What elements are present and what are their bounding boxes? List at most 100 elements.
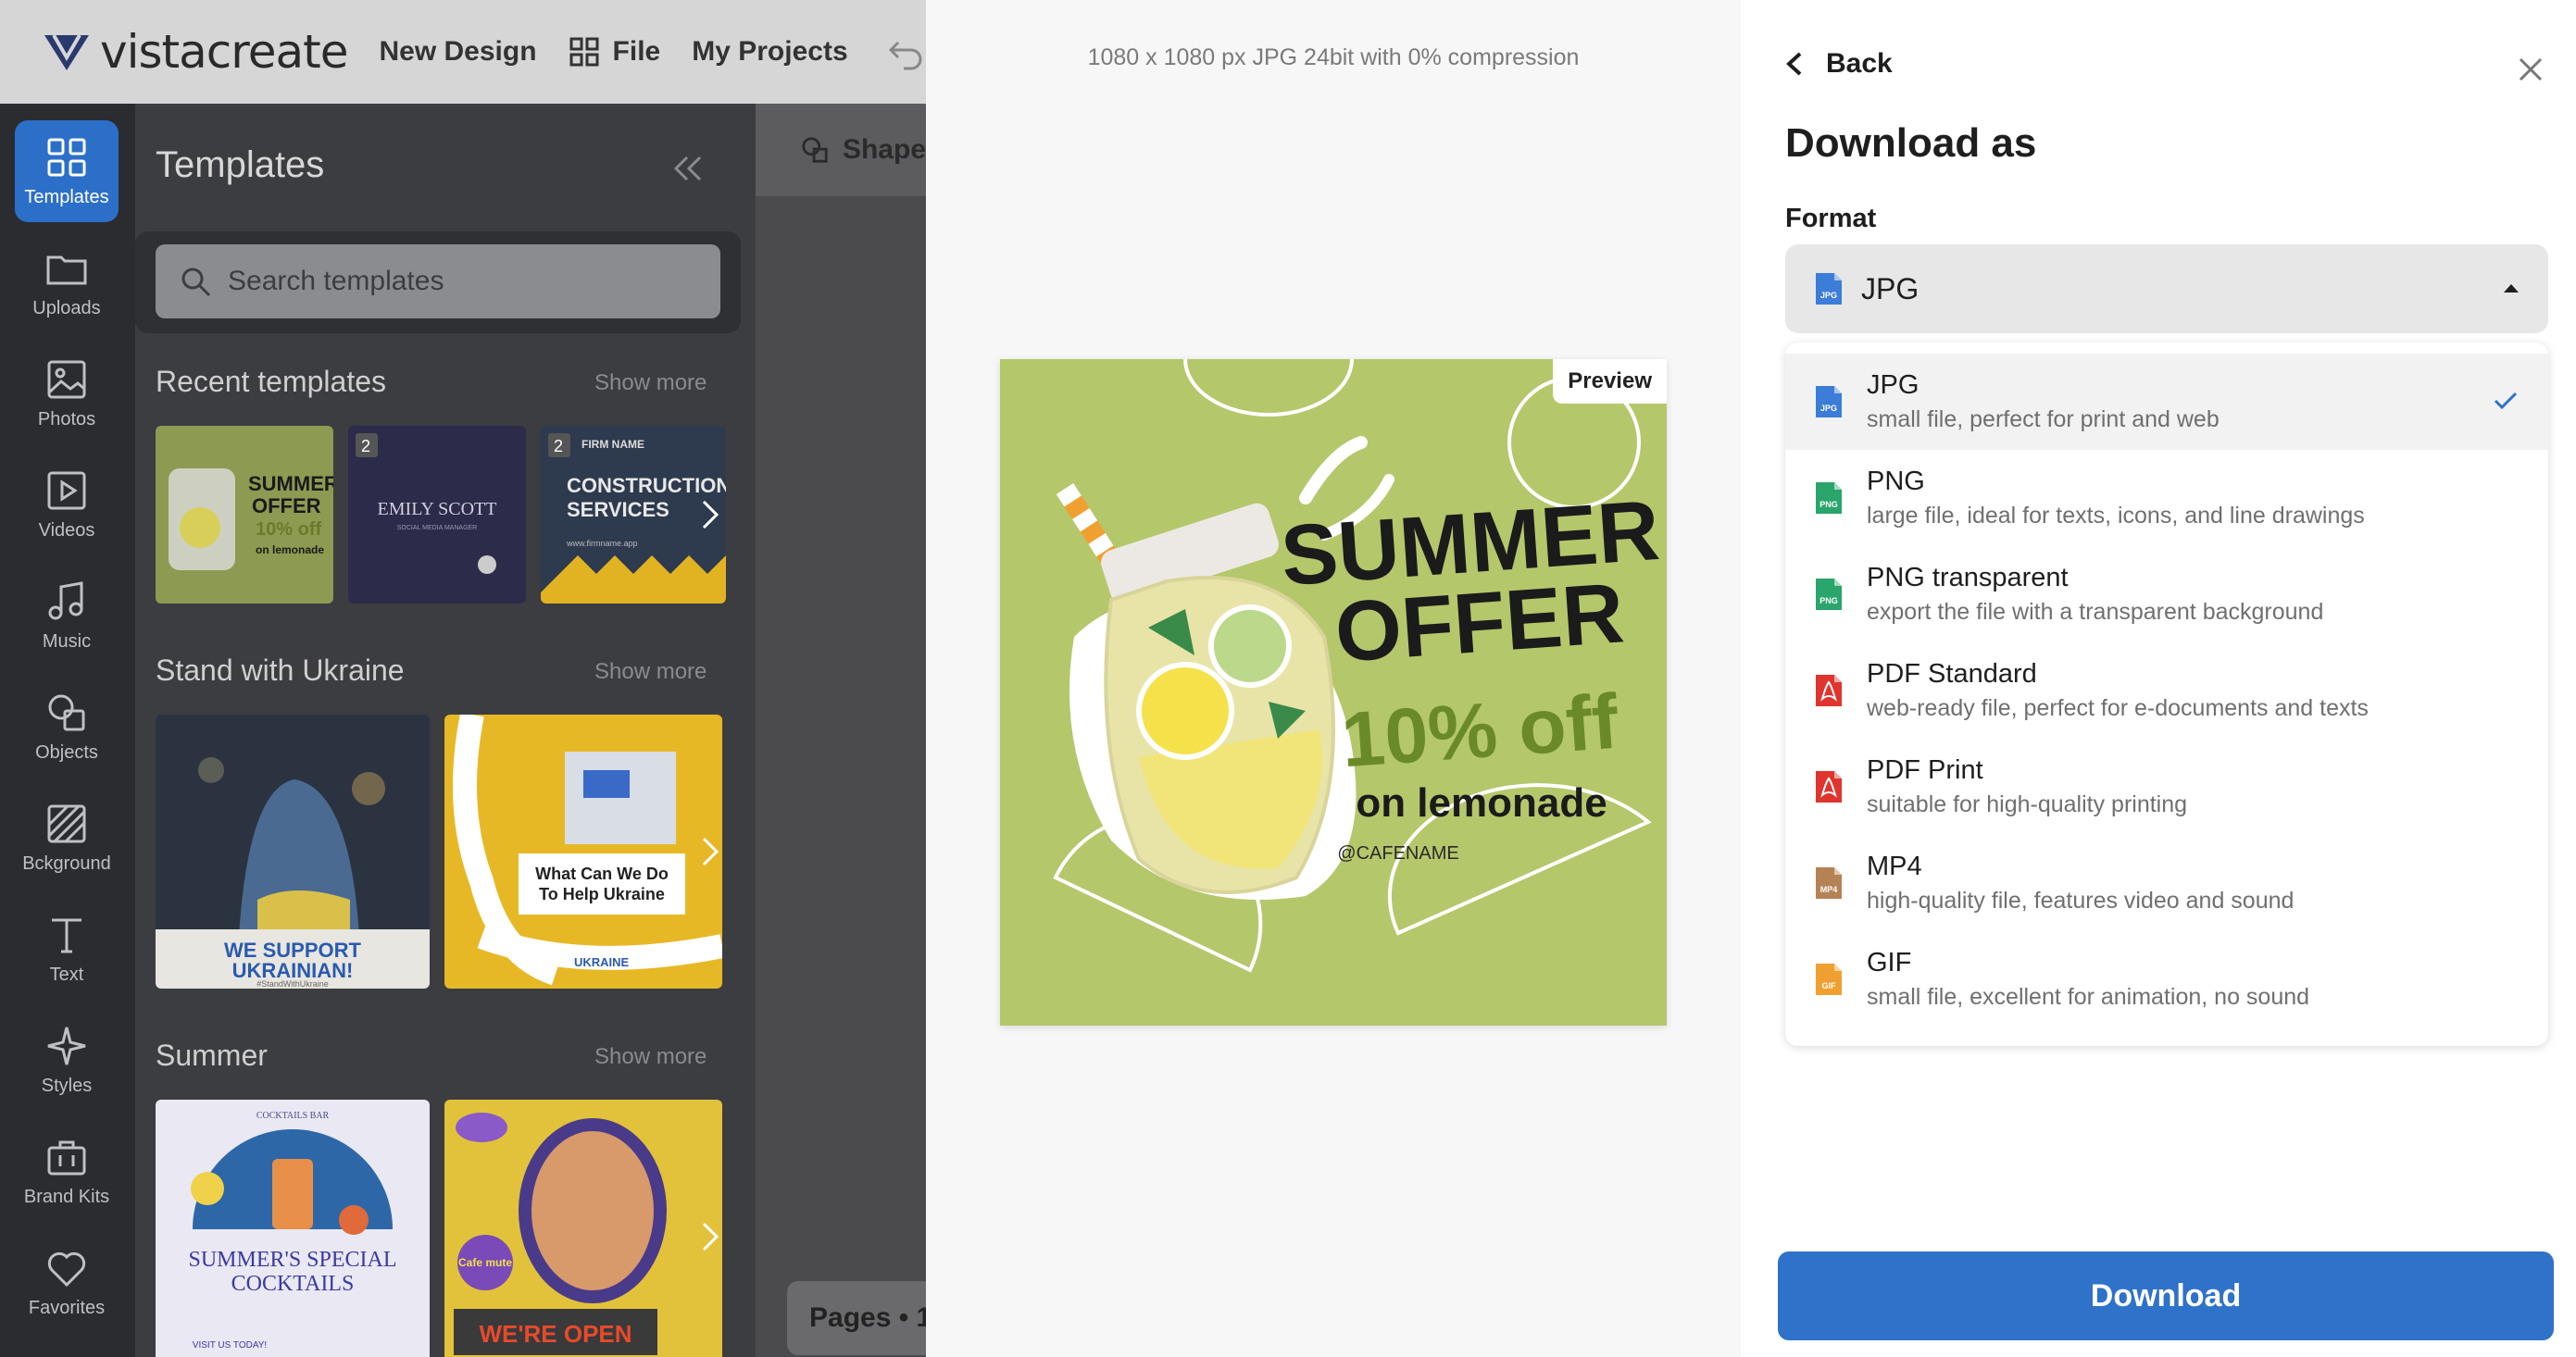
text-icon: [52, 918, 81, 952]
template-thumb-were-open[interactable]: Cafe mute WE'RE OPEN: [444, 1100, 722, 1357]
rail-item-uploads[interactable]: Uploads: [15, 231, 119, 333]
recent-thumb-line2: OFFER: [252, 494, 321, 517]
format-option-desc: large file, ideal for texts, icons, and …: [1867, 503, 2365, 529]
we-support-thumb-art: WE SUPPORT UKRAINIAN! #StandWithUkraine: [156, 757, 430, 989]
help-ukraine-thumb-art: What Can We Do To Help Ukraine UKRAINE: [453, 715, 722, 986]
shape-icon: [802, 137, 828, 163]
app-root: vistacreate New Design File My Projects …: [0, 0, 2576, 1357]
template-thumb-emily-scott[interactable]: 2 EMILY SCOTT SOCIAL MEDIA MANAGER: [348, 426, 526, 604]
svg-text:JPG: JPG: [1820, 291, 1837, 300]
jpg-file-icon: JPG: [1816, 386, 1842, 417]
background-icon: [47, 804, 86, 842]
format-label: Format: [1785, 204, 1877, 233]
rail-item-favorites[interactable]: Favorites: [15, 1231, 119, 1333]
format-option-text: PDF Standard web-ready file, perfect for…: [1867, 659, 2369, 722]
canvas-workspace: [756, 104, 926, 1357]
format-option-mp4[interactable]: MP4 MP4 high-quality file, features vide…: [1785, 835, 2548, 931]
objects-icon: [48, 694, 85, 730]
rail-label-uploads: Uploads: [32, 297, 101, 318]
shape-label: Shape: [842, 134, 926, 165]
my-projects-button[interactable]: My Projects: [692, 36, 847, 68]
svg-text:MP4: MP4: [1820, 885, 1838, 894]
ukraine-tag: #StandWithUkraine: [256, 979, 329, 989]
cocktails-cta: VISIT US TODAY!: [193, 1340, 267, 1351]
rail-item-background[interactable]: Bckground: [15, 787, 119, 889]
back-button[interactable]: Back: [1783, 48, 1893, 80]
rail-item-brand-kits[interactable]: Brand Kits: [15, 1120, 119, 1222]
section-title-recent: Recent templates: [156, 365, 387, 398]
rail-item-text[interactable]: Text: [15, 898, 119, 1000]
format-option-desc: web-ready file, perfect for e-documents …: [1867, 695, 2369, 721]
format-option-desc: export the file with a transparent backg…: [1867, 599, 2324, 625]
rail-item-music[interactable]: Music: [15, 565, 119, 666]
template-thumb-cocktails[interactable]: COCKTAILS BAR SUMMER'S SPECIAL COCKTAILS…: [156, 1100, 430, 1357]
design-line4: on lemonade: [1356, 780, 1607, 826]
format-option-png[interactable]: PNG PNG large file, ideal for texts, ico…: [1785, 450, 2548, 546]
close-icon[interactable]: [2515, 54, 2546, 85]
format-option-pdf-print[interactable]: PDF Print suitable for high-quality prin…: [1785, 739, 2548, 835]
logo-text: vistacreate: [100, 25, 348, 79]
shape-toolbar[interactable]: Shape: [756, 104, 926, 196]
pdf-file-icon: [1816, 675, 1842, 706]
caret-up-icon: [2504, 284, 2519, 293]
construction-title: CONSTRUCTION: [567, 474, 726, 497]
undo-icon[interactable]: [887, 33, 924, 70]
search-input[interactable]: Search templates: [156, 244, 720, 318]
construction-url: www.firmname.app: [566, 539, 638, 548]
chevron-left-icon: [1786, 52, 1802, 76]
download-button[interactable]: Download: [1778, 1251, 2554, 1340]
section-title-ukraine: Stand with Ukraine: [156, 654, 405, 687]
template-thumb-help-ukraine[interactable]: What Can We Do To Help Ukraine UKRAINE: [444, 715, 722, 989]
folder-icon: [46, 255, 87, 284]
rail-label-styles: Styles: [41, 1075, 93, 1096]
scroll-right-recent-icon[interactable]: [696, 496, 724, 533]
scroll-right-ukraine-icon[interactable]: [696, 833, 724, 870]
show-more-summer[interactable]: Show more: [594, 1044, 707, 1070]
pages-indicator[interactable]: Pages • 1: [787, 1281, 935, 1355]
rail-item-templates[interactable]: Templates: [15, 120, 119, 222]
rail-item-styles[interactable]: Styles: [15, 1009, 119, 1111]
show-more-ukraine[interactable]: Show more: [594, 659, 707, 685]
template-thumb-we-support[interactable]: WE SUPPORT UKRAINIAN! #StandWithUkraine: [156, 715, 430, 989]
format-option-desc: small file, excellent for animation, no …: [1867, 984, 2310, 1010]
format-option-text: PNG large file, ideal for texts, icons, …: [1867, 467, 2365, 529]
recent-thumb-line1: SUMMER: [248, 472, 333, 495]
design-line3: 10% off: [1339, 678, 1622, 784]
rail-label-music: Music: [42, 630, 92, 652]
logo[interactable]: vistacreate: [43, 25, 348, 79]
format-option-name: GIF: [1867, 948, 1912, 977]
checkmark-icon: [2494, 392, 2518, 410]
format-option-text: PNG transparent export the file with a t…: [1867, 563, 2323, 626]
jpg-file-icon: JPG: [1816, 273, 1842, 305]
file-menu-label: File: [612, 36, 661, 67]
rail-item-photos[interactable]: Photos: [15, 342, 119, 444]
my-projects-label: My Projects: [692, 36, 848, 67]
design-handle: @CAFENAME: [1337, 843, 1458, 864]
rail-item-objects[interactable]: Objects: [15, 676, 119, 778]
format-option-pdf-standard[interactable]: PDF Standard web-ready file, perfect for…: [1785, 642, 2548, 739]
music-icon: [48, 580, 83, 619]
svg-text:PNG: PNG: [1819, 596, 1838, 605]
format-option-gif[interactable]: GIF GIF small file, excellent for animat…: [1785, 931, 2548, 1027]
scroll-right-summer-icon[interactable]: [696, 1218, 724, 1255]
file-menu-button[interactable]: File: [569, 36, 661, 68]
download-title: Download as: [1785, 120, 2037, 166]
new-design-button[interactable]: New Design: [380, 36, 537, 68]
format-option-jpg[interactable]: JPG JPG small file, perfect for print an…: [1785, 354, 2548, 450]
format-option-png-transparent[interactable]: PNG PNG transparent export the file with…: [1785, 546, 2548, 642]
template-thumb-summer-offer[interactable]: SUMMER OFFER 10% off on lemonade: [156, 426, 333, 604]
panel-title: Templates: [156, 144, 325, 185]
show-more-recent[interactable]: Show more: [594, 370, 707, 396]
collapse-panel-icon[interactable]: [670, 152, 704, 185]
were-open-thumb-art: Cafe mute WE'RE OPEN: [454, 1113, 667, 1355]
rail-item-videos[interactable]: Videos: [15, 454, 119, 555]
format-select[interactable]: JPG JPG: [1785, 244, 2548, 333]
grid-icon: [569, 37, 599, 67]
format-option-text: MP4 high-quality file, features video an…: [1867, 852, 2294, 915]
format-option-name: PDF Standard: [1867, 659, 2037, 689]
emily-badge: 2: [361, 437, 370, 455]
were-open-title: WE'RE OPEN: [479, 1320, 631, 1348]
top-bar: vistacreate New Design File My Projects: [0, 0, 926, 104]
video-icon: [47, 471, 86, 509]
cocktails-tag: COCKTAILS BAR: [256, 1111, 330, 1121]
